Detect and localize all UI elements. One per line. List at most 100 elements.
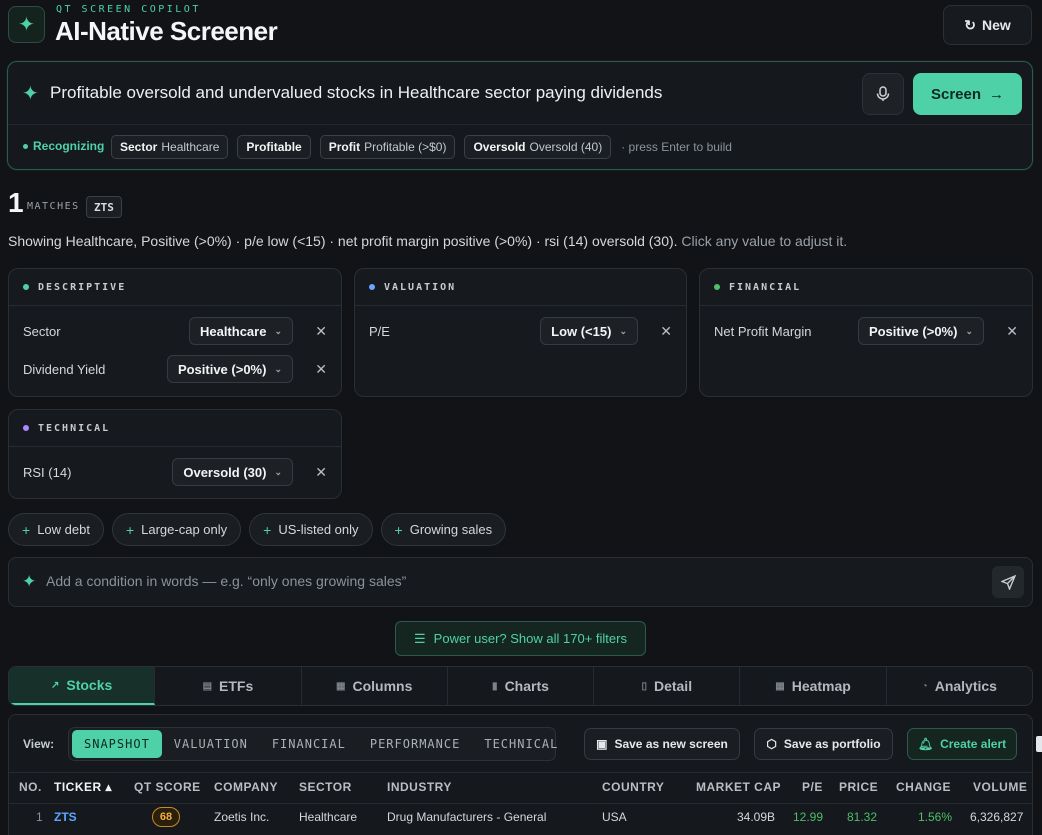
view-financial[interactable]: FINANCIAL bbox=[260, 730, 358, 758]
sliders-icon: ☰ bbox=[414, 630, 426, 646]
filter-row-net-profit-margin: Net Profit Margin Positive (>0%) ⌄ ✕ bbox=[714, 316, 1018, 346]
dividend-yield-select[interactable]: Positive (>0%) ⌄ bbox=[166, 355, 293, 383]
remove-filter-button[interactable]: ✕ bbox=[301, 323, 327, 340]
cell-pe: 12.99 bbox=[793, 810, 824, 824]
col-header-pe[interactable]: P/E bbox=[802, 780, 823, 794]
chip-oversold[interactable]: Oversold Oversold (40) bbox=[464, 135, 612, 159]
save-screen-button[interactable]: ▣ Save as new screen bbox=[584, 728, 740, 760]
plus-icon: + bbox=[394, 521, 403, 538]
view-snapshot[interactable]: SNAPSHOT bbox=[72, 730, 162, 758]
side-handle[interactable] bbox=[1036, 736, 1042, 752]
suggestion-us-listed[interactable]: + US-listed only bbox=[249, 513, 373, 546]
layers-icon: ▤ bbox=[202, 680, 213, 692]
plus-icon: + bbox=[125, 521, 135, 538]
suggestion-low-debt[interactable]: + Low debt bbox=[8, 513, 104, 546]
chip-profit[interactable]: Profit Profitable (>$0) bbox=[319, 135, 456, 159]
cell-change: 1.56% bbox=[918, 810, 953, 824]
filter-summary: Showing Healthcare, Positive (>0%) · p/e… bbox=[8, 233, 848, 249]
tab-charts[interactable]: ▮ Charts bbox=[448, 667, 595, 705]
cell-volume: 6,326,827 bbox=[970, 810, 1024, 824]
recognizing-status: Recognizing bbox=[23, 139, 104, 153]
cell-industry: Drug Manufacturers - General bbox=[387, 810, 547, 824]
cell-country: USA bbox=[602, 810, 627, 824]
save-portfolio-button[interactable]: ⬡ Save as portfolio bbox=[754, 728, 893, 760]
filter-card-financial: FINANCIAL Net Profit Margin Positive (>0… bbox=[699, 268, 1033, 397]
category-dot bbox=[714, 284, 720, 290]
sparkle-icon: ✦ bbox=[22, 83, 39, 105]
app-logo: ✦ bbox=[8, 6, 45, 43]
query-text[interactable]: Profitable oversold and undervalued stoc… bbox=[50, 83, 662, 103]
remove-filter-button[interactable]: ✕ bbox=[646, 323, 672, 340]
chip-profitable[interactable]: Profitable bbox=[237, 135, 311, 159]
col-header-qt-score[interactable]: QT SCORE bbox=[134, 780, 201, 794]
view-label: View: bbox=[23, 737, 55, 751]
qt-score-badge: 68 bbox=[152, 807, 180, 827]
col-header-sector[interactable]: SECTOR bbox=[299, 780, 352, 794]
mic-button[interactable] bbox=[862, 73, 904, 115]
trend-icon: ↗ bbox=[50, 679, 60, 691]
rsi-select[interactable]: Oversold (30) ⌄ bbox=[172, 458, 293, 486]
filter-row-pe: P/E Low (<15) ⌄ ✕ bbox=[369, 316, 672, 346]
chevron-down-icon: ⌄ bbox=[274, 325, 282, 336]
tab-etfs[interactable]: ▤ ETFs bbox=[155, 667, 302, 705]
ticker-chip[interactable]: ZTS bbox=[86, 196, 122, 218]
filter-row-dividend-yield: Dividend Yield Positive (>0%) ⌄ ✕ bbox=[23, 354, 327, 384]
grid-icon: ▦ bbox=[775, 680, 785, 692]
tab-analytics[interactable]: ◔ Analytics bbox=[887, 667, 1032, 705]
sparkle-icon: ✦ bbox=[22, 572, 37, 591]
cell-market-cap: 34.09B bbox=[737, 810, 776, 824]
page-title: AI-Native Screener bbox=[55, 16, 278, 46]
suggestion-large-cap[interactable]: + Large-cap only bbox=[111, 513, 242, 546]
col-header-industry[interactable]: INDUSTRY bbox=[387, 780, 452, 794]
plus-icon: + bbox=[22, 521, 31, 538]
divider bbox=[9, 803, 1032, 804]
col-header-no[interactable]: NO. bbox=[19, 780, 42, 794]
remove-filter-button[interactable]: ✕ bbox=[301, 361, 327, 378]
app-eyebrow: QT SCREEN COPILOT bbox=[56, 4, 201, 15]
sector-select[interactable]: Healthcare ⌄ bbox=[188, 317, 293, 345]
create-alert-button[interactable]: 🔔︎ Create alert bbox=[907, 728, 1017, 760]
category-dot bbox=[369, 284, 375, 290]
col-header-country[interactable]: COUNTRY bbox=[602, 780, 664, 794]
view-valuation[interactable]: VALUATION bbox=[162, 730, 260, 758]
document-icon: ▯ bbox=[641, 680, 647, 692]
remove-filter-button[interactable]: ✕ bbox=[301, 464, 327, 481]
col-header-volume[interactable]: VOLUME bbox=[973, 780, 1027, 794]
view-technical[interactable]: TECHNICAL bbox=[472, 730, 570, 758]
bell-icon: 🔔︎ bbox=[917, 737, 934, 751]
matches-label: MATCHES bbox=[27, 201, 80, 212]
cell-ticker[interactable]: ZTS bbox=[54, 810, 77, 824]
remove-filter-button[interactable]: ✕ bbox=[992, 323, 1018, 340]
status-dot bbox=[23, 143, 28, 149]
tab-stocks[interactable]: ↗ Stocks bbox=[9, 667, 156, 705]
condition-input[interactable] bbox=[46, 563, 976, 599]
pe-select[interactable]: Low (<15) ⌄ bbox=[540, 317, 638, 345]
divider bbox=[9, 772, 1032, 773]
col-header-price[interactable]: PRICE bbox=[839, 780, 878, 794]
power-user-button[interactable]: ☰ Power user? Show all 170+ filters bbox=[395, 621, 646, 656]
cell-company: Zoetis Inc. bbox=[214, 810, 270, 824]
suggestion-growing-sales[interactable]: + Growing sales bbox=[380, 513, 507, 546]
category-dot bbox=[23, 425, 29, 431]
chevron-down-icon: ⌄ bbox=[274, 363, 282, 374]
filter-card-technical: TECHNICAL RSI (14) Oversold (30) ⌄ ✕ bbox=[8, 409, 342, 499]
sparkle-icon: ✦ bbox=[18, 14, 35, 36]
match-count: 1 bbox=[8, 187, 24, 218]
tab-heatmap[interactable]: ▦ Heatmap bbox=[740, 667, 887, 705]
screen-button[interactable]: Screen → bbox=[913, 73, 1022, 115]
view-selector: SNAPSHOT VALUATION FINANCIAL PERFORMANCE… bbox=[68, 727, 557, 761]
tab-detail[interactable]: ▯ Detail bbox=[594, 667, 741, 705]
tab-columns[interactable]: ▦ Columns bbox=[302, 667, 448, 705]
view-performance[interactable]: PERFORMANCE bbox=[358, 730, 472, 758]
col-header-ticker[interactable]: TICKER ▴ bbox=[54, 780, 112, 794]
chip-sector[interactable]: Sector Healthcare bbox=[111, 135, 229, 159]
send-button[interactable] bbox=[992, 566, 1024, 598]
col-header-change[interactable]: CHANGE bbox=[896, 780, 951, 794]
main-tabs: ↗ Stocks ▤ ETFs ▦ Columns ▮ Charts ▯ Detail ▦… bbox=[8, 666, 1033, 706]
filter-card-descriptive: DESCRIPTIVE Sector Healthcare ⌄ ✕ Dividen… bbox=[8, 268, 342, 397]
new-button[interactable]: ↻ New bbox=[943, 5, 1032, 45]
net-profit-margin-select[interactable]: Positive (>0%) ⌄ bbox=[857, 317, 984, 345]
chevron-down-icon: ⌄ bbox=[965, 325, 973, 336]
col-header-company[interactable]: COMPANY bbox=[214, 780, 278, 794]
col-header-market-cap[interactable]: MARKET CAP bbox=[696, 780, 781, 794]
